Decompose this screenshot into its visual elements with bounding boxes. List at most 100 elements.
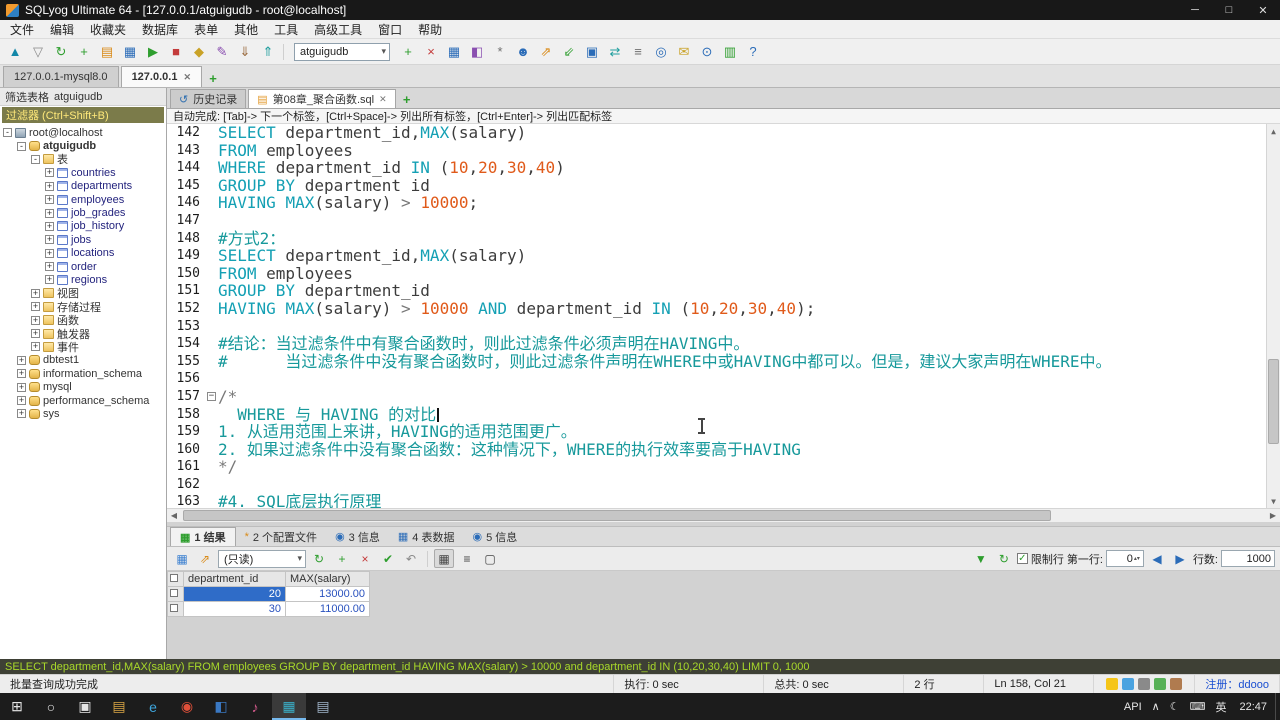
tree-expander-icon[interactable]: - — [3, 128, 12, 138]
alter-table-icon[interactable]: ✎ — [211, 41, 233, 62]
checkbox-icon[interactable] — [170, 589, 178, 597]
editor-line[interactable]: 157−/* — [167, 388, 1266, 406]
mail-icon[interactable]: ✉ — [673, 41, 695, 62]
tree-item-触发器[interactable]: + 触发器 — [0, 327, 166, 341]
editor-line[interactable]: 156 — [167, 370, 1266, 388]
scroll-up-icon[interactable]: ▲ — [1267, 124, 1280, 138]
tray-item-2[interactable]: ☾ — [1165, 693, 1185, 720]
row-selector[interactable] — [167, 586, 184, 602]
first-row-input[interactable]: 0 ▴▾ — [1105, 550, 1144, 567]
user-manager-icon[interactable]: ☻ — [512, 41, 534, 62]
tree-expander-icon[interactable]: + — [17, 355, 26, 365]
tray-item-3[interactable]: ⌨ — [1185, 693, 1211, 720]
tree-expander-icon[interactable]: + — [31, 288, 40, 298]
select-all-header[interactable] — [167, 571, 184, 587]
editor-line[interactable]: 150 FROM employees — [167, 265, 1266, 283]
tree-item-information_schema[interactable]: + information_schema — [0, 367, 166, 380]
editor-line[interactable]: 147 — [167, 212, 1266, 230]
delete-row-icon[interactable]: × — [355, 549, 375, 568]
tree-expander-icon[interactable]: + — [45, 195, 54, 205]
editor-tab-历史记录[interactable]: ↺ 历史记录 — [170, 89, 247, 108]
tree-item-jobs[interactable]: + jobs — [0, 233, 166, 246]
previous-page-icon[interactable]: ◀ — [1147, 549, 1167, 568]
vscode-icon[interactable]: ◧ — [204, 693, 238, 720]
disconnect-icon[interactable]: ▽ — [27, 41, 49, 62]
editor-line[interactable]: 159 1. 从适用范围上来讲，HAVING的适用范围更广。 — [167, 423, 1266, 441]
editor-line[interactable]: 161 */ — [167, 458, 1266, 476]
tree-expander-icon[interactable]: + — [31, 342, 40, 352]
horizontal-scroll-track[interactable] — [181, 509, 1266, 522]
sync-icon[interactable]: ⇄ — [604, 41, 626, 62]
result-grid-icon[interactable]: ▦ — [172, 549, 192, 568]
backup-icon[interactable]: ⇓ — [234, 41, 256, 62]
tray-item-4[interactable]: 英 — [1210, 693, 1231, 720]
new-database-icon[interactable]: ◆ — [188, 41, 210, 62]
help-icon[interactable]: ? — [742, 41, 764, 62]
grid-cell[interactable]: 11000.00 — [285, 601, 370, 617]
open-query-icon[interactable]: ▤ — [96, 41, 118, 62]
new-query-tab-button[interactable]: + — [398, 90, 416, 108]
task-view-icon[interactable]: ▣ — [68, 693, 102, 720]
delete-row-icon[interactable]: × — [420, 41, 442, 62]
editor-line[interactable]: 149 SELECT department_id,MAX(salary) — [167, 247, 1266, 265]
tree-item-root@localhost[interactable]: - root@localhost — [0, 126, 166, 139]
editor-line[interactable]: 146 HAVING MAX(salary) > 10000; — [167, 194, 1266, 212]
tree-item-存储过程[interactable]: + 存储过程 — [0, 300, 166, 314]
export-icon[interactable]: ⇗ — [535, 41, 557, 62]
register-link[interactable]: 注册：ddooo — [1195, 675, 1280, 693]
editor-line[interactable]: 151 GROUP BY department_id — [167, 282, 1266, 300]
scroll-left-icon[interactable]: ◀ — [167, 509, 181, 522]
checkbox-icon[interactable] — [170, 574, 178, 582]
sqlyog-taskbar-icon[interactable]: ▦ — [272, 693, 306, 720]
tree-item-employees[interactable]: + employees — [0, 193, 166, 206]
revert-row-icon[interactable]: ↶ — [401, 549, 421, 568]
editor-horizontal-scrollbar[interactable]: ◀ ▶ — [167, 508, 1280, 522]
table-data-icon[interactable]: ▦ — [443, 41, 465, 62]
grid-cell[interactable]: 20 — [183, 586, 286, 602]
tree-item-countries[interactable]: + countries — [0, 166, 166, 179]
maximize-button[interactable]: □ — [1212, 0, 1246, 20]
tree-expander-icon[interactable]: + — [45, 275, 54, 285]
fold-collapse-icon[interactable]: − — [207, 392, 216, 402]
format-sql-icon[interactable]: ≡ — [627, 41, 649, 62]
results-tab-5[interactable]: ◉ 5 信息 — [463, 527, 526, 546]
report-icon[interactable]: ▥ — [719, 41, 741, 62]
tree-item-job_grades[interactable]: + job_grades — [0, 206, 166, 219]
spinner-icons[interactable]: ▴▾ — [1134, 556, 1140, 562]
readonly-mode-selector[interactable]: (只读) ▾ — [218, 549, 306, 568]
minimize-button[interactable]: ─ — [1178, 0, 1212, 20]
menu-item-7[interactable]: 高级工具 — [306, 20, 370, 38]
tree-item-departments[interactable]: + departments — [0, 180, 166, 193]
close-tab-icon[interactable]: ✕ — [379, 94, 387, 105]
grid-column-header[interactable]: department_id — [183, 571, 286, 587]
copy-database-icon[interactable]: ▣ — [581, 41, 603, 62]
connection-tab-127.0.0.1-mysql8.0[interactable]: 127.0.0.1-mysql8.0 — [3, 66, 119, 87]
tree-item-mysql[interactable]: + mysql — [0, 380, 166, 393]
execute-query-icon[interactable]: ▶ — [142, 41, 164, 62]
editor-vertical-scrollbar[interactable]: ▲ ▼ — [1266, 124, 1280, 508]
notepad-icon[interactable]: ▤ — [306, 693, 340, 720]
tree-item-locations[interactable]: + locations — [0, 247, 166, 260]
editor-line[interactable]: 148 #方式2： — [167, 230, 1266, 248]
menu-item-2[interactable]: 收藏夹 — [82, 20, 134, 38]
restore-icon[interactable]: ⇑ — [257, 41, 279, 62]
insert-row-icon[interactable]: + — [397, 41, 419, 62]
menu-item-5[interactable]: 其他 — [226, 20, 266, 38]
schema-designer-icon[interactable]: ◧ — [466, 41, 488, 62]
tree-item-atguigudb[interactable]: - atguigudb — [0, 139, 166, 152]
connection-tab-127.0.0.1[interactable]: 127.0.0.1 ✕ — [120, 66, 202, 87]
tree-expander-icon[interactable]: + — [17, 369, 26, 379]
results-tab-2[interactable]: * 2 个配置文件 — [236, 527, 326, 546]
menu-item-3[interactable]: 数据库 — [134, 20, 186, 38]
scroll-down-icon[interactable]: ▼ — [1267, 494, 1280, 508]
save-row-icon[interactable]: ✔ — [378, 549, 398, 568]
editor-line[interactable]: 155 # 当过滤条件中没有聚合函数时，则此过滤条件声明在WHERE中或HAVIN… — [167, 353, 1266, 371]
limit-rows-checkbox[interactable]: ✓ — [1016, 553, 1028, 564]
results-tab-4[interactable]: ▦ 4 表数据 — [389, 527, 464, 546]
tree-item-order[interactable]: + order — [0, 260, 166, 273]
results-tab-1[interactable]: ▦ 1 结果 — [170, 527, 236, 546]
editor-line[interactable]: 145 GROUP BY department_id — [167, 177, 1266, 195]
sql-editor[interactable]: 142 SELECT department_id,MAX(salary) 143 FR… — [167, 124, 1280, 508]
editor-line[interactable]: 144 WHERE department_id IN (10,20,30,40) — [167, 159, 1266, 177]
tree-expander-icon[interactable]: + — [45, 262, 54, 272]
